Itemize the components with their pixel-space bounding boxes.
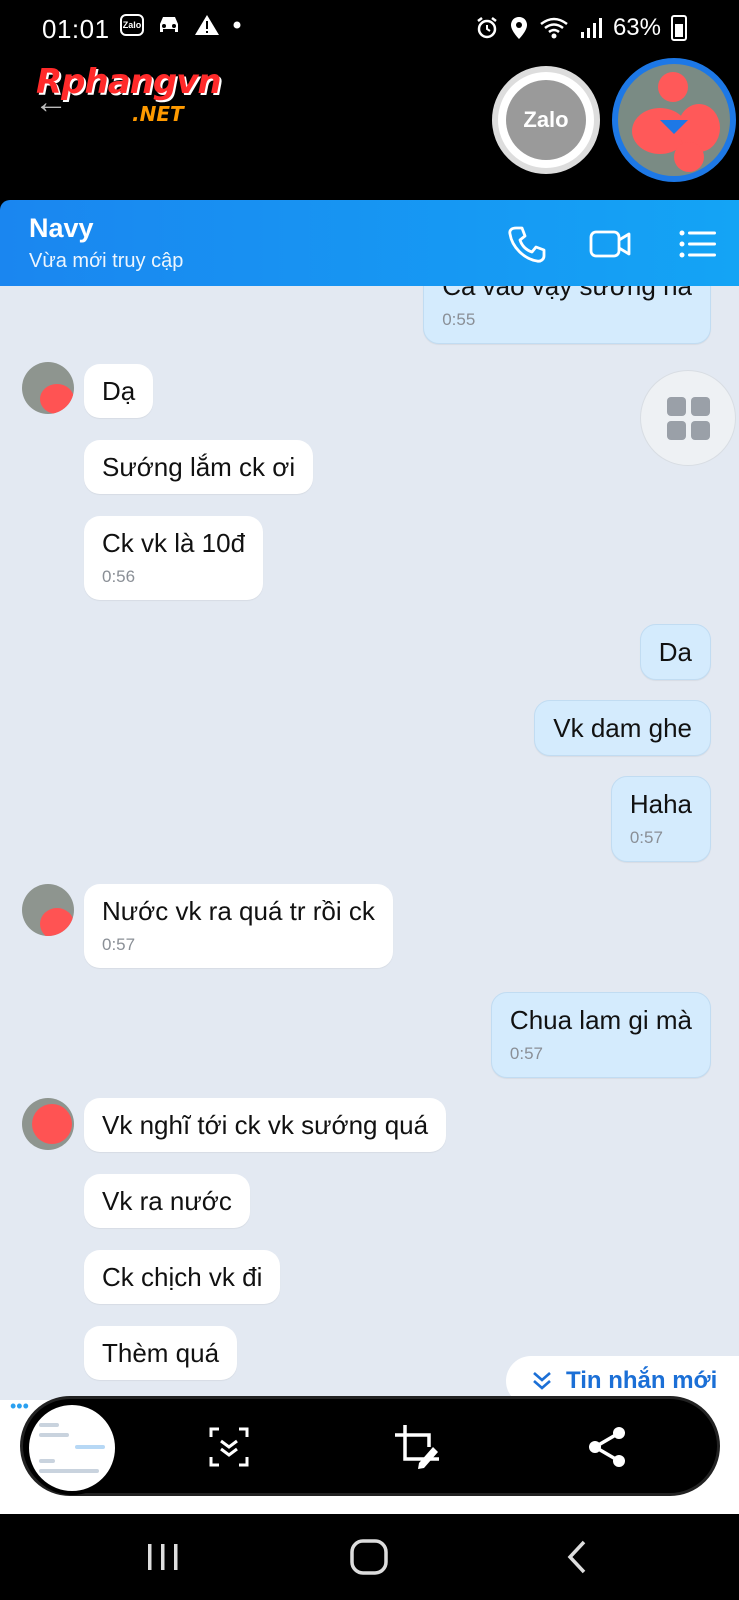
zalo-logo-icon: Zalo (506, 80, 586, 160)
system-navigation-bar (0, 1514, 739, 1600)
message-time: 0:57 (509, 1044, 544, 1063)
alarm-icon (477, 17, 497, 39)
message-time: 0:57 (629, 828, 663, 847)
message-bubble-incoming[interactable]: Sướng lắm ck ơi (84, 440, 314, 494)
crop-edit-icon[interactable] (393, 1423, 441, 1471)
system-indicators: 63% (475, 14, 687, 42)
double-chevron-down-icon (533, 1372, 551, 1390)
message-bubble-incoming[interactable]: Vk ra nước (84, 1174, 250, 1228)
warning-icon (195, 15, 219, 35)
avatar[interactable] (22, 362, 74, 414)
message-text: Ca vào vậy sướng ha (442, 286, 692, 301)
message-bubble-outgoing[interactable]: Ca vào vậy sướng ha 0:55 (423, 286, 711, 344)
status-time: 01:01 (42, 14, 110, 44)
phone-icon[interactable] (504, 222, 548, 266)
message-text: Vk ra nước (102, 1186, 232, 1216)
avatar[interactable] (22, 1098, 74, 1150)
message-text: Thèm quá (102, 1338, 220, 1368)
message-text: Ck chịch vk đi (102, 1262, 263, 1292)
message-text: Ck vk là 10đ (102, 528, 246, 558)
recents-icon[interactable] (140, 1534, 186, 1580)
message-bubble-outgoing[interactable]: Da (639, 624, 711, 680)
battery-icon (671, 15, 687, 41)
battery-percent: 63% (612, 14, 661, 41)
dot-icon (233, 21, 241, 29)
chat-message-list[interactable]: Ca vào vậy sướng ha 0:55 Dạ Sướng lắm ck… (0, 286, 739, 1400)
message-text: Haha (629, 789, 692, 819)
message-bubble-incoming[interactable]: Ck vk là 10đ 0:56 (84, 516, 264, 600)
typing-dots-icon: ••• (10, 1396, 29, 1416)
status-bar: 01:01 Zalo 63% (0, 0, 739, 58)
home-icon[interactable] (346, 1534, 392, 1580)
message-bubble-incoming[interactable]: Dạ (84, 364, 154, 418)
location-icon (510, 17, 527, 39)
watermark-logo: Rphangvn .NET (36, 62, 266, 132)
watermark-sub-text: .NET (132, 102, 184, 126)
new-messages-button[interactable]: Tin nhắn mới (506, 1356, 739, 1400)
message-bubble-outgoing[interactable]: Haha 0:57 (610, 776, 711, 862)
new-messages-label: Tin nhắn mới (566, 1367, 718, 1394)
message-text: Dạ (102, 376, 136, 406)
scroll-capture-icon[interactable] (205, 1423, 253, 1471)
message-text: Vk dam ghe (553, 713, 692, 743)
message-text: Chua lam gi mà (509, 1005, 692, 1035)
zalo-chat-head[interactable]: Zalo (492, 66, 600, 174)
zalo-notification-icon: Zalo (120, 14, 144, 36)
contact-name: Navy (29, 213, 94, 243)
video-camera-icon[interactable] (588, 222, 632, 266)
message-text: Nước vk ra quá tr rồi ck (102, 896, 375, 926)
message-text: Vk nghĩ tới ck vk sướng quá (102, 1110, 429, 1140)
message-time: 0:57 (102, 935, 136, 954)
chat-header: Navy Vừa mới truy cập (0, 200, 739, 286)
signal-icon (580, 18, 602, 38)
message-text: Sướng lắm ck ơi (102, 452, 296, 482)
chat-head-indicator (660, 120, 688, 134)
notification-icons: Zalo (120, 14, 242, 36)
message-bubble-incoming[interactable]: Nước vk ra quá tr rồi ck 0:57 (84, 884, 393, 968)
top-overlay-area: ← Rphangvn .NET Zalo (0, 58, 739, 200)
message-bubble-incoming[interactable]: Vk nghĩ tới ck vk sướng quá (84, 1098, 447, 1152)
car-icon (160, 17, 178, 32)
message-time: 0:56 (102, 567, 136, 586)
message-bubble-incoming[interactable]: Ck chịch vk đi (84, 1250, 281, 1304)
screenshot-toolbar (20, 1396, 720, 1496)
avatar[interactable] (22, 884, 74, 936)
message-time: 0:55 (442, 310, 476, 329)
message-bubble-outgoing[interactable]: Vk dam ghe (534, 700, 711, 756)
wifi-icon (540, 17, 568, 39)
message-bubble-incoming[interactable]: Thèm quá (84, 1326, 238, 1380)
message-bubble-outgoing[interactable]: Chua lam gi mà 0:57 (490, 992, 711, 1078)
quick-actions-button[interactable] (640, 370, 736, 466)
list-menu-icon[interactable] (676, 222, 720, 266)
message-text: Da (658, 637, 692, 667)
watermark-main-text: Rphangvn (36, 62, 222, 102)
share-icon[interactable] (583, 1423, 631, 1471)
screenshot-thumbnail[interactable] (25, 1401, 119, 1495)
presence-status: Vừa mới truy cập (29, 250, 184, 272)
back-icon[interactable] (556, 1534, 602, 1580)
